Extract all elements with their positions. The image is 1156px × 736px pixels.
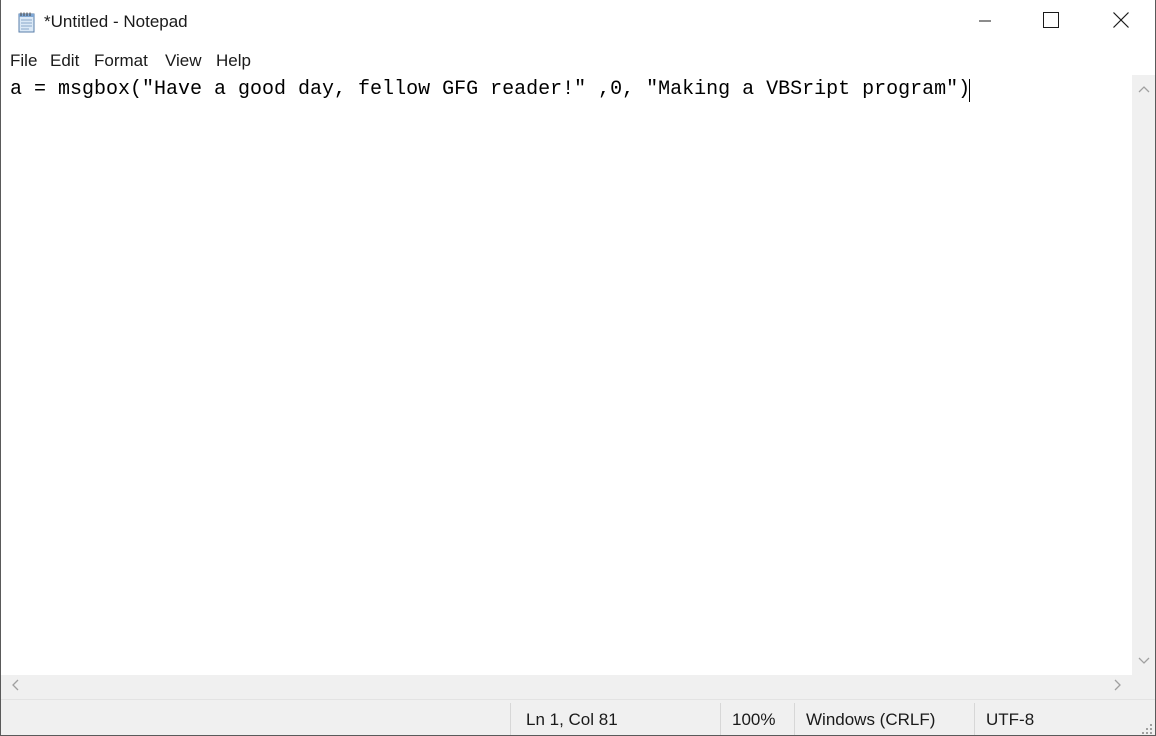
text-caret xyxy=(969,79,970,102)
status-divider xyxy=(974,703,975,735)
encoding: UTF-8 xyxy=(986,710,1035,729)
menu-view[interactable]: View xyxy=(165,51,202,71)
menu-bar: File Edit Format View Help xyxy=(1,45,1155,75)
menu-edit[interactable]: Edit xyxy=(50,51,79,71)
scroll-down-button[interactable] xyxy=(1132,647,1155,675)
chevron-right-icon xyxy=(1114,678,1122,696)
menu-format[interactable]: Format xyxy=(94,51,148,71)
editor-content[interactable]: a = msgbox("Have a good day, fellow GFG … xyxy=(10,77,970,103)
minimize-button[interactable] xyxy=(950,0,1020,45)
menu-file[interactable]: File xyxy=(10,51,37,71)
menu-help[interactable]: Help xyxy=(216,51,251,71)
line-ending: Windows (CRLF) xyxy=(806,710,936,729)
title-bar[interactable]: *Untitled - Notepad xyxy=(1,0,1155,45)
close-button[interactable] xyxy=(1086,0,1155,45)
scroll-up-button[interactable] xyxy=(1132,75,1155,103)
vertical-scrollbar[interactable] xyxy=(1132,75,1155,675)
cursor-position: Ln 1, Col 81 xyxy=(526,710,618,729)
status-divider xyxy=(720,703,721,735)
chevron-left-icon xyxy=(11,678,19,696)
horizontal-scrollbar[interactable] xyxy=(1,675,1132,699)
close-icon xyxy=(1113,12,1129,33)
scroll-left-button[interactable] xyxy=(1,675,29,699)
notepad-window: *Untitled - Notepad File Edit Format Vie… xyxy=(0,0,1156,736)
scrollbar-corner xyxy=(1132,675,1155,699)
status-bar: Ln 1, Col 81 100% Windows (CRLF) UTF-8 xyxy=(1,699,1155,735)
text-editor[interactable]: a = msgbox("Have a good day, fellow GFG … xyxy=(1,75,1132,675)
maximize-icon xyxy=(1043,12,1059,33)
window-title: *Untitled - Notepad xyxy=(44,12,188,31)
status-divider xyxy=(510,703,511,735)
maximize-button[interactable] xyxy=(1016,0,1086,45)
status-divider xyxy=(794,703,795,735)
scroll-right-button[interactable] xyxy=(1104,675,1132,699)
minimize-icon xyxy=(979,14,991,32)
notepad-icon[interactable] xyxy=(16,11,38,33)
zoom-level: 100% xyxy=(732,710,776,729)
chevron-down-icon xyxy=(1138,652,1150,670)
chevron-up-icon xyxy=(1138,80,1150,98)
resize-grip-icon[interactable] xyxy=(1141,722,1153,734)
